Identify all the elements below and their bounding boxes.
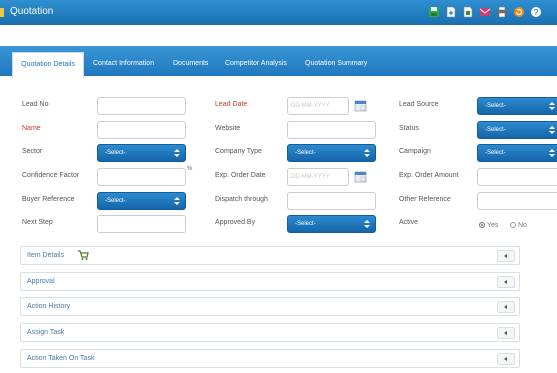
select-arrows-icon (549, 101, 555, 111)
buyer-reference-select[interactable]: -Select- (97, 192, 186, 210)
lead-source-value: -Select- (485, 103, 506, 109)
help-icon[interactable]: ? (530, 6, 542, 18)
website-input[interactable] (287, 121, 376, 139)
tab-strip: Quotation Details Contact Information Do… (0, 46, 557, 78)
dispatch-through-label: Dispatch through (215, 196, 268, 203)
panel-assign-task[interactable]: Assign Task (20, 323, 520, 342)
campaign-value: -Select- (485, 150, 506, 156)
panel-toggle-button[interactable] (497, 327, 515, 339)
approved-by-select[interactable]: -Select- (287, 215, 376, 233)
window-title: Quotation (10, 6, 54, 17)
lead-date-input[interactable]: DD-MM-YYYY (287, 97, 349, 115)
print-icon[interactable] (496, 6, 508, 18)
next-step-input[interactable] (97, 215, 186, 233)
panel-action-history-title: Action History (27, 303, 71, 310)
panel-toggle-button[interactable] (497, 301, 515, 313)
radio-selected-icon (479, 222, 485, 228)
sector-value: -Select- (105, 150, 126, 156)
select-arrows-icon (549, 148, 555, 158)
active-no-radio[interactable]: No (510, 222, 527, 229)
panel-toggle-button[interactable] (497, 353, 515, 365)
exp-order-amount-input[interactable] (477, 168, 557, 186)
sector-label: Sector (22, 148, 43, 155)
panel-approval[interactable]: Approval (20, 272, 520, 291)
company-type-label: Company Type (215, 148, 262, 155)
panel-approval-title: Approval (27, 278, 55, 285)
svg-text:?: ? (534, 8, 539, 17)
buyer-reference-label: Buyer Reference (22, 196, 75, 203)
exp-order-date-label: Exp. Order Date (215, 172, 266, 179)
email-icon[interactable] (479, 6, 491, 18)
status-label: Status (399, 125, 419, 132)
confidence-factor-input[interactable] (97, 168, 186, 186)
status-select[interactable]: -Select- (477, 121, 557, 139)
lead-source-label: Lead Source (399, 101, 439, 108)
panel-assign-task-title: Assign Task (27, 329, 65, 336)
select-arrows-icon (174, 148, 180, 158)
calendar-icon[interactable] (354, 170, 367, 183)
active-yes-label: Yes (487, 222, 499, 229)
panel-action-taken-on-task[interactable]: Action Taken On Task (20, 349, 520, 368)
website-label: Website (215, 125, 241, 132)
active-no-label: No (518, 222, 527, 229)
lead-source-select[interactable]: -Select- (477, 97, 557, 115)
copy-icon[interactable] (462, 6, 474, 18)
title-bar: Quotation ? (0, 0, 557, 25)
other-reference-input[interactable] (477, 192, 557, 210)
campaign-label: Campaign (399, 148, 431, 155)
company-type-value: -Select- (295, 150, 316, 156)
select-arrows-icon (364, 148, 370, 158)
confidence-factor-label: Confidence Factor (22, 172, 80, 179)
title-accent (0, 8, 4, 17)
select-arrows-icon (174, 196, 180, 206)
name-input[interactable] (97, 121, 186, 139)
panel-toggle-button[interactable] (497, 276, 515, 288)
dispatch-through-input[interactable] (287, 192, 376, 210)
tab-contact-information[interactable]: Contact Information (93, 60, 154, 67)
lead-no-input[interactable] (97, 97, 186, 115)
refresh-icon[interactable] (513, 6, 525, 18)
tab-documents[interactable]: Documents (173, 60, 208, 67)
percent-unit: % (187, 166, 193, 172)
active-label: Active (399, 219, 419, 226)
campaign-select[interactable]: -Select- (477, 144, 557, 162)
panel-action-taken-on-task-title: Action Taken On Task (27, 355, 95, 362)
panel-toggle-button[interactable] (497, 250, 515, 262)
panel-action-history[interactable]: Action History (20, 297, 520, 316)
select-arrows-icon (549, 125, 555, 135)
panel-item-details-title: Item Details (27, 252, 64, 259)
cart-icon[interactable] (77, 249, 89, 261)
active-yes-radio[interactable]: Yes (479, 222, 498, 229)
name-label: Name (22, 125, 41, 132)
radio-unselected-icon (510, 222, 516, 228)
other-reference-label: Other Reference (399, 196, 451, 203)
tab-quotation-details[interactable]: Quotation Details (12, 52, 84, 78)
next-step-label: Next Step (22, 219, 53, 226)
panel-item-details[interactable]: Item Details (20, 246, 520, 265)
lead-no-label: Lead No (22, 101, 49, 108)
tab-quotation-summary[interactable]: Quotation Summary (305, 60, 367, 67)
exp-order-amount-label: Exp. Order Amount (399, 172, 459, 179)
select-arrows-icon (364, 219, 370, 229)
lead-date-label: Lead Date (215, 101, 248, 108)
sector-select[interactable]: -Select- (97, 144, 186, 162)
exp-order-date-input[interactable]: DD-MM-YYYY (287, 168, 349, 186)
save-icon[interactable] (428, 6, 440, 18)
approved-by-value: -Select- (295, 221, 316, 227)
company-type-select[interactable]: -Select- (287, 144, 376, 162)
calendar-icon[interactable] (354, 99, 367, 112)
status-value: -Select- (485, 127, 506, 133)
tab-competitor-analysis[interactable]: Competitor Analysis (225, 60, 287, 67)
export-icon[interactable] (445, 6, 457, 18)
buyer-reference-value: -Select- (105, 198, 126, 204)
approved-by-label: Approved By (215, 219, 256, 226)
